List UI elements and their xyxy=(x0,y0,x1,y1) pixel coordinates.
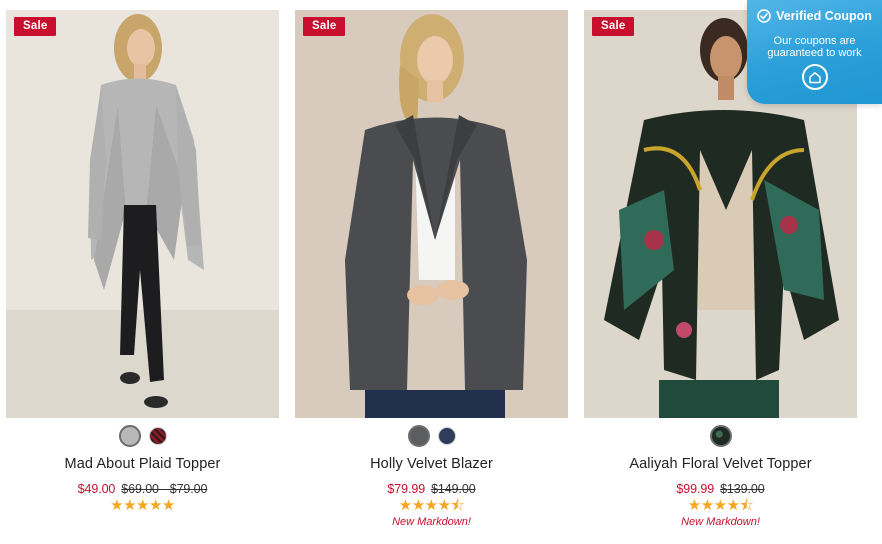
price-row: $49.00 $69.00 - $79.00 xyxy=(6,482,279,496)
product-image[interactable]: Sale xyxy=(295,10,568,418)
sale-price: $79.99 xyxy=(387,482,426,496)
swatch-red-plaid[interactable] xyxy=(148,427,167,445)
sale-badge: Sale xyxy=(303,17,346,36)
new-markdown-label: New Markdown! xyxy=(681,516,760,528)
rating-stars: ★★★★⯪ xyxy=(687,497,754,514)
home-button[interactable] xyxy=(801,64,828,90)
color-swatches xyxy=(6,424,279,448)
coupon-message: Our coupons are guaranteed to work xyxy=(767,35,862,59)
sale-badge: Sale xyxy=(14,17,57,36)
price-row: $79.99 $149.00 xyxy=(295,482,568,496)
rating-stars: ★★★★★ xyxy=(110,497,175,514)
color-swatches xyxy=(295,424,568,448)
coupon-title: Verified Coupon xyxy=(776,9,872,23)
swatch-black-floral[interactable] xyxy=(709,425,732,447)
product-image[interactable]: Sale xyxy=(6,10,279,418)
home-icon xyxy=(808,71,821,83)
product-name[interactable]: Aaliyah Floral Velvet Topper xyxy=(584,456,857,472)
color-swatches xyxy=(584,424,857,448)
original-price: $69.00 - $79.00 xyxy=(121,482,208,496)
sale-badge: Sale xyxy=(592,17,635,36)
sale-price: $99.99 xyxy=(676,482,715,496)
price-row: $99.99 $139.00 xyxy=(584,482,857,496)
original-price: $139.00 xyxy=(720,482,765,496)
new-markdown-label: New Markdown! xyxy=(392,516,471,528)
product-name[interactable]: Mad About Plaid Topper xyxy=(6,456,279,472)
coupon-header: Verified Coupon xyxy=(747,9,882,23)
rating-stars: ★★★★⯪ xyxy=(398,497,465,514)
swatch-navy[interactable] xyxy=(437,427,456,445)
swatch-gray[interactable] xyxy=(118,425,141,447)
verified-coupon-widget[interactable]: Verified Coupon Our coupons are guarante… xyxy=(747,0,882,104)
model-photo xyxy=(295,10,568,418)
sale-price: $49.00 xyxy=(77,482,116,496)
check-circle-icon xyxy=(757,9,771,23)
original-price: $149.00 xyxy=(431,482,476,496)
swatch-charcoal[interactable] xyxy=(407,425,430,447)
product-card-holly-velvet-blazer[interactable]: Sale Holly Velvet Blazer $79.99 $149.00 ★… xyxy=(295,10,568,528)
model-photo xyxy=(6,10,279,418)
product-name[interactable]: Holly Velvet Blazer xyxy=(295,456,568,472)
product-card-mad-about-plaid-topper[interactable]: Sale Mad About Plaid Topper $49.00 $69.00… xyxy=(6,10,279,514)
